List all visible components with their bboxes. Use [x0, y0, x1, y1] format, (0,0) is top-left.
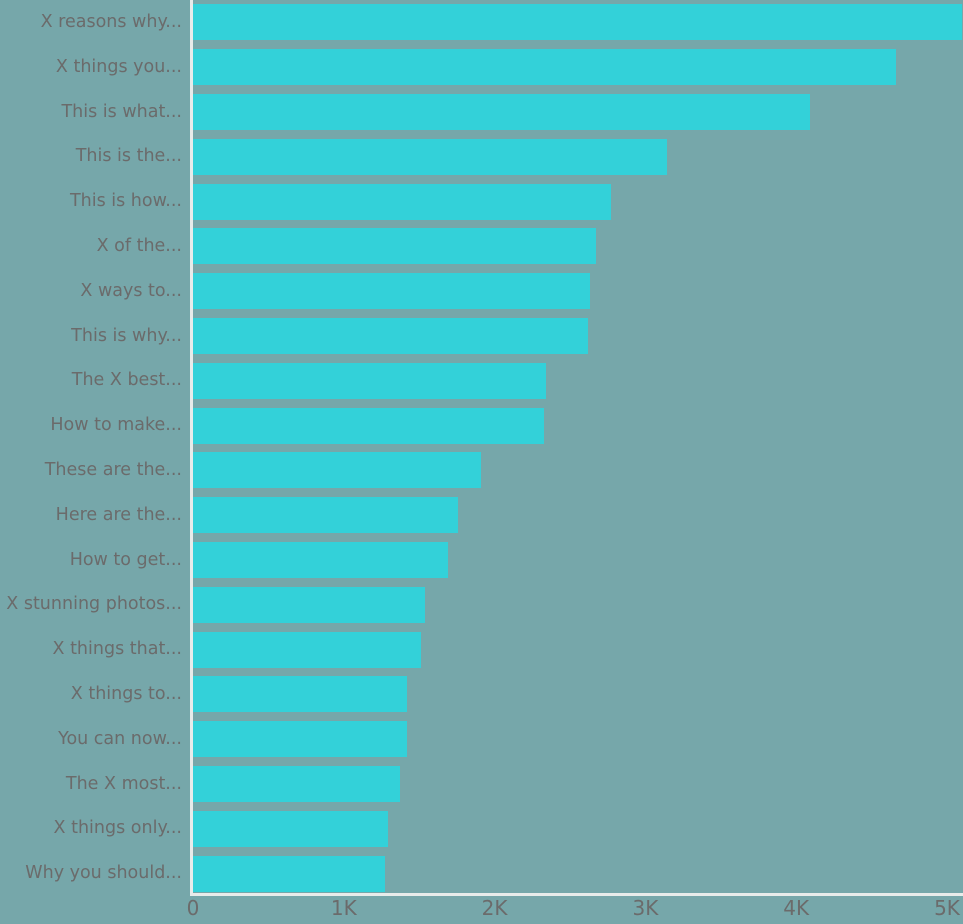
bar-row: These are the... [0, 448, 963, 493]
bar-row: Why you should... [0, 851, 963, 896]
bar[interactable] [193, 93, 810, 130]
bar-row: X stunning photos... [0, 582, 963, 627]
bar[interactable] [193, 273, 590, 310]
category-label: This is what... [61, 101, 182, 122]
category-label: X stunning photos... [6, 594, 182, 615]
bar-row: X things that... [0, 627, 963, 672]
category-label: This is how... [69, 191, 182, 212]
bar[interactable] [193, 497, 459, 534]
bar-row: The X best... [0, 358, 963, 403]
bar[interactable] [193, 810, 388, 847]
bar[interactable] [193, 317, 589, 354]
bar-row: You can now... [0, 717, 963, 762]
bar-row: X of the... [0, 224, 963, 269]
category-label: X things to... [70, 684, 182, 704]
x-tick-label: 5K [934, 896, 960, 920]
category-label: This is the... [75, 146, 182, 167]
bar-row: Here are the... [0, 493, 963, 538]
bar[interactable] [193, 407, 545, 444]
bar[interactable] [193, 452, 482, 489]
bar[interactable] [193, 541, 448, 578]
category-label: X reasons why... [40, 12, 182, 32]
bar-row: X things to... [0, 672, 963, 717]
bar[interactable] [193, 586, 426, 623]
category-label: Here are the... [55, 504, 182, 525]
category-label: These are the... [44, 460, 182, 480]
x-axis-ticks: 0 1K 2K 3K 4K 5K [0, 896, 963, 924]
bar[interactable] [193, 855, 385, 892]
category-label: How to get... [69, 549, 182, 570]
category-label: How to make... [50, 415, 182, 436]
x-tick-label: 0 [186, 896, 200, 920]
category-label: The X best... [71, 370, 182, 391]
category-label: X things only... [53, 818, 182, 839]
bar-chart: X reasons why... X things you... This is w… [0, 0, 963, 924]
x-tick-label: 3K [632, 896, 659, 920]
bar-row: This is what... [0, 90, 963, 135]
x-tick-label: 2K [481, 896, 508, 920]
bar-row: X things you... [0, 45, 963, 90]
x-tick-label: 1K [330, 896, 357, 920]
bar-row: How to make... [0, 403, 963, 448]
bar[interactable] [193, 721, 408, 758]
bar[interactable] [193, 631, 421, 668]
bar-row: This is the... [0, 134, 963, 179]
category-label: X things that... [52, 639, 182, 660]
category-label: The X most... [65, 773, 182, 794]
bar[interactable] [193, 4, 963, 41]
bar[interactable] [193, 138, 667, 175]
category-label: This is why... [71, 325, 182, 346]
bar-row: This is how... [0, 179, 963, 224]
bar-row: The X most... [0, 762, 963, 807]
category-label: You can now... [58, 728, 182, 749]
category-label: Why you should... [25, 863, 182, 884]
bar[interactable] [193, 765, 400, 802]
category-label: X things you... [55, 56, 182, 77]
bar-row: X ways to... [0, 269, 963, 314]
bar[interactable] [193, 676, 408, 713]
bar-row: How to get... [0, 538, 963, 583]
bar-row: X reasons why... [0, 0, 963, 45]
bar[interactable] [193, 183, 611, 220]
x-tick-label: 4K [783, 896, 810, 920]
bar[interactable] [193, 49, 896, 86]
bar-row: X things only... [0, 806, 963, 851]
category-label: X ways to... [80, 280, 182, 301]
category-label: X of the... [96, 236, 182, 256]
bar[interactable] [193, 362, 546, 399]
bar-row: This is why... [0, 314, 963, 359]
bar[interactable] [193, 228, 596, 265]
